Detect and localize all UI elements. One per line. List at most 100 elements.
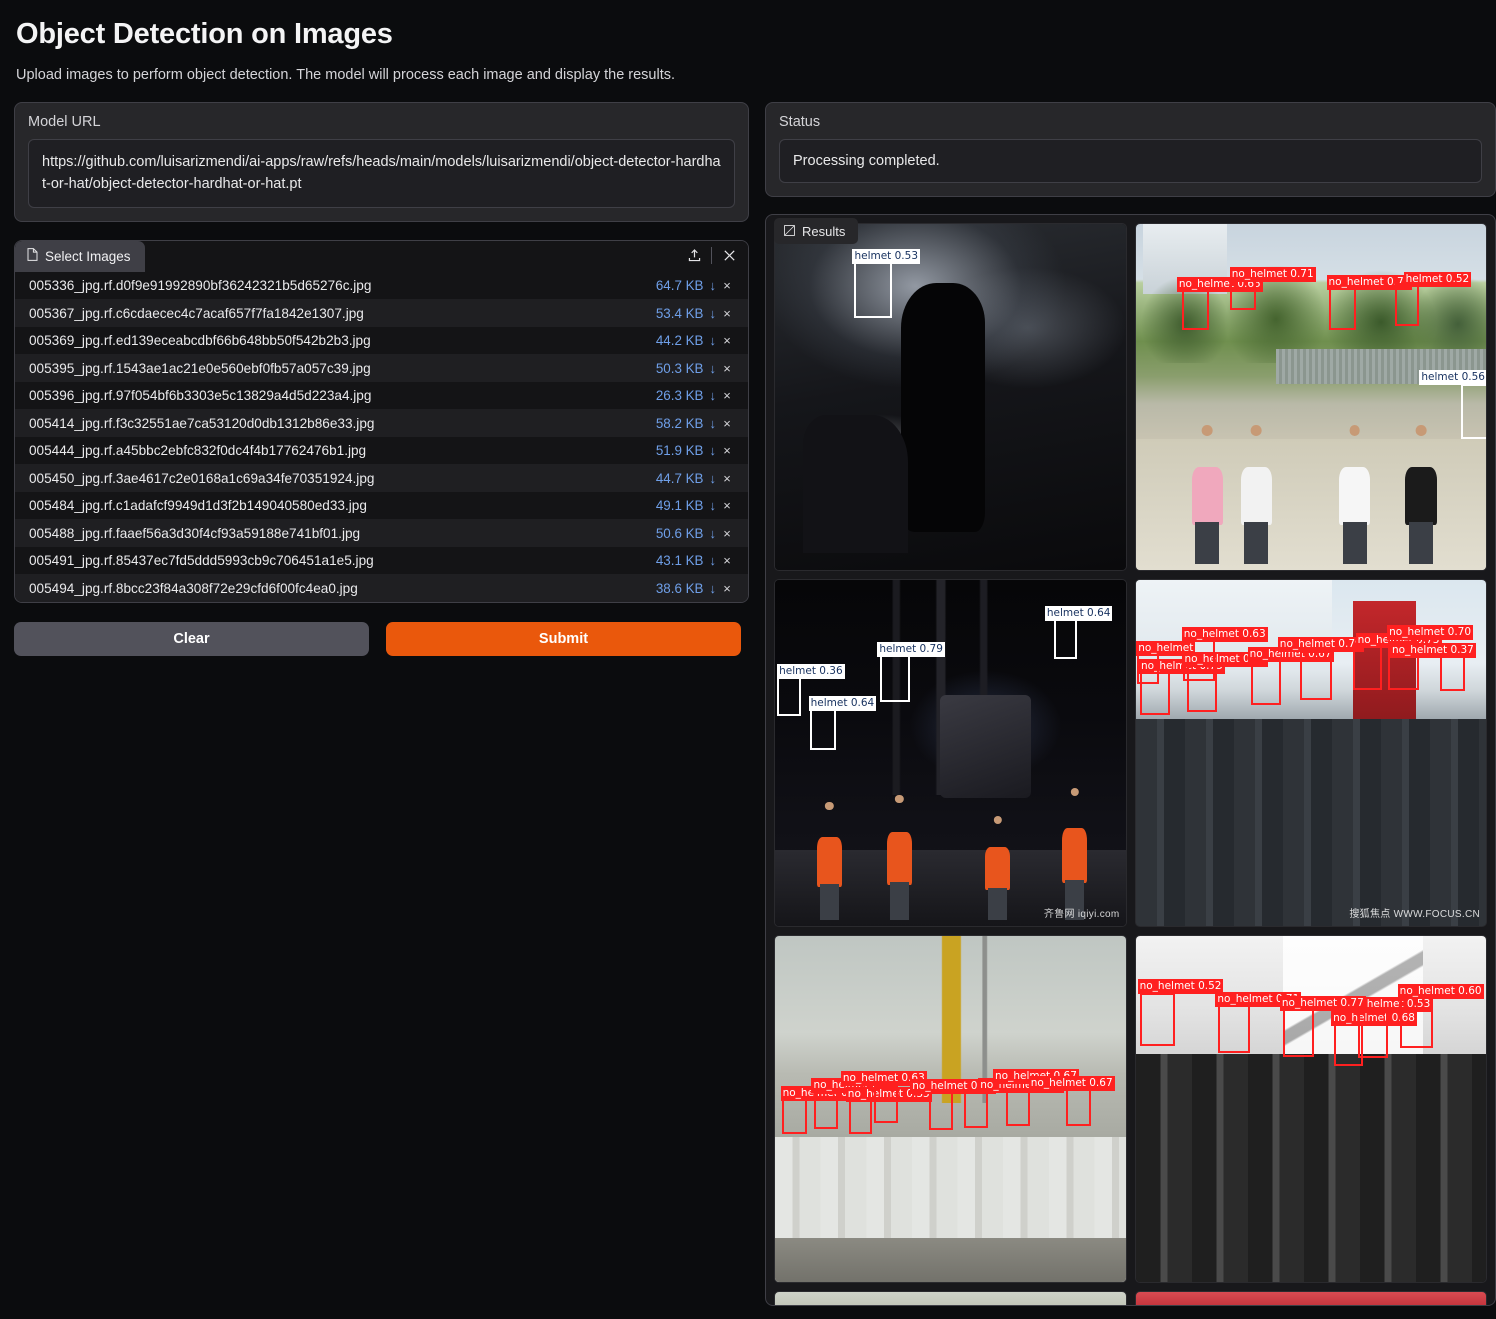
detection-box xyxy=(1282,1007,1314,1057)
status-panel: Status Processing completed. xyxy=(765,102,1496,198)
detection-box xyxy=(1251,658,1281,706)
detection-label: no_helmet 0.71 xyxy=(1229,267,1316,283)
detection-box xyxy=(1230,278,1257,310)
remove-file-icon[interactable]: × xyxy=(716,278,738,293)
file-name: 005367_jpg.rf.c6cdaecec4c7acaf657f7fa184… xyxy=(29,305,364,321)
file-row[interactable]: 005396_jpg.rf.97f054bf6b3303e5c13829a4d5… xyxy=(15,381,748,410)
page-title: Object Detection on Images xyxy=(16,18,393,50)
file-icon xyxy=(27,248,38,264)
detection-label: no_helmet 0.52 xyxy=(1137,979,1224,995)
result-image-6[interactable]: no_helmet 0.52 no_helmet 0.71 no_helmet 0.… xyxy=(1134,935,1487,1284)
file-size: 51.9 KB xyxy=(655,443,704,459)
remove-file-icon[interactable]: × xyxy=(716,526,738,541)
detection-label: helmet 0.56 xyxy=(1419,369,1487,385)
page-subtitle: Upload images to perform object detectio… xyxy=(16,67,676,83)
detection-label: no_helmet 0.77 xyxy=(1279,995,1366,1011)
detection-label: no_helmet 0.60 xyxy=(1397,984,1484,1000)
result-image-7-partial[interactable] xyxy=(774,1291,1127,1306)
detection-box xyxy=(873,1085,899,1124)
file-row[interactable]: 005491_jpg.rf.85437ec7fd5ddd5993cb9c7064… xyxy=(15,546,748,575)
detection-box xyxy=(848,1097,872,1135)
detection-box xyxy=(1328,286,1357,331)
file-name: 005396_jpg.rf.97f054bf6b3303e5c13829a4d5… xyxy=(29,388,372,404)
detection-label: helmet 0.52 xyxy=(1403,272,1472,288)
detection-box xyxy=(929,1092,954,1131)
detection-label: no_helmet 0.63 xyxy=(1181,626,1268,642)
remove-file-icon[interactable]: × xyxy=(716,306,738,321)
result-image-3[interactable]: helmet 0.64 helmet 0.79 helmet 0.36 helmet … xyxy=(774,579,1127,928)
file-row[interactable]: 005488_jpg.rf.faaef56a3d30f4cf93a59188e7… xyxy=(15,519,748,547)
file-name: 005336_jpg.rf.d0f9e91992890bf36242321b5d… xyxy=(29,278,372,294)
result-image-5[interactable]: no_helmet 0.63no_helmet 0.59no_helmet 0.… xyxy=(774,935,1127,1284)
file-size: 58.2 KB xyxy=(655,415,704,431)
remove-file-icon[interactable]: × xyxy=(716,388,738,403)
tab-results[interactable]: Results xyxy=(774,218,859,245)
object-detection-app: Object Detection on Images Upload images… xyxy=(0,0,1496,1319)
model-url-input[interactable]: https://github.com/luisarizmendi/ai-apps… xyxy=(28,139,735,208)
detection-box xyxy=(814,1092,839,1129)
result-image-8-partial[interactable] xyxy=(1134,1291,1487,1306)
main-columns: Model URL https://github.com/luisarizmen… xyxy=(14,102,1496,1307)
detection-box xyxy=(880,655,910,703)
detection-label: helmet 0.64 xyxy=(808,696,877,712)
detection-box xyxy=(1461,383,1487,439)
detection-label: helmet 0.64 xyxy=(1044,605,1113,621)
file-size: 53.4 KB xyxy=(655,305,704,321)
detection-label: no_helmet 0.37 xyxy=(1389,642,1476,658)
remove-file-icon[interactable]: × xyxy=(716,361,738,376)
detection-box xyxy=(1136,653,1159,685)
detection-label: no_helmet 0.70 xyxy=(1387,625,1474,641)
result-image-2[interactable]: no_helmet 0.65 no_helmet 0.71 no_helmet 0.… xyxy=(1134,223,1487,572)
file-row[interactable]: 005336_jpg.rf.d0f9e91992890bf36242321b5d… xyxy=(15,271,748,300)
result-image-1[interactable]: helmet 0.53 xyxy=(774,223,1127,572)
file-size: 44.7 KB xyxy=(655,470,704,486)
action-buttons: Clear Submit xyxy=(14,621,749,656)
clear-button[interactable]: Clear xyxy=(14,621,369,656)
model-url-label: Model URL xyxy=(28,114,101,130)
file-size: 44.2 KB xyxy=(655,333,704,349)
remove-file-icon[interactable]: × xyxy=(716,443,738,458)
file-row[interactable]: 005395_jpg.rf.1543ae1ac21e0e560ebf0fb57a… xyxy=(15,354,748,382)
file-row[interactable]: 005414_jpg.rf.f3c32551ae7ca53120d0db1312… xyxy=(15,409,748,437)
action-divider xyxy=(711,246,712,264)
file-row[interactable]: 005450_jpg.rf.3ae4617c2e0168a1c69a34fe70… xyxy=(15,464,748,492)
detection-label: helmet 0.36 xyxy=(777,663,845,679)
detection-label: helmet 0.53 xyxy=(852,249,921,265)
remove-file-icon[interactable]: × xyxy=(716,581,738,596)
file-name: 005414_jpg.rf.f3c32551ae7ca53120d0db1312… xyxy=(29,415,375,431)
file-size: 50.3 KB xyxy=(655,360,704,376)
image-watermark: 齐鲁网 iqiyi.com xyxy=(1043,909,1120,921)
detection-box xyxy=(1139,992,1175,1047)
file-size: 26.3 KB xyxy=(655,388,704,404)
detection-label: helmet 0.79 xyxy=(877,642,945,658)
status-label: Status xyxy=(779,114,821,130)
remove-file-icon[interactable]: × xyxy=(716,471,738,486)
detection-box xyxy=(1218,1004,1251,1053)
file-list: 005336_jpg.rf.d0f9e91992890bf36242321b5d… xyxy=(15,271,748,602)
close-icon[interactable] xyxy=(718,244,740,267)
result-image-4[interactable]: no_helmet 0.75no_helmet 0.69no_helmet 0.… xyxy=(1134,579,1487,928)
detection-box xyxy=(776,674,802,717)
file-row[interactable]: 005367_jpg.rf.c6cdaecec4c7acaf657f7fa184… xyxy=(15,299,748,327)
results-next-row-partial xyxy=(774,1291,1487,1306)
remove-file-icon[interactable]: × xyxy=(716,553,738,568)
detection-box xyxy=(1053,618,1078,659)
tab-select-images[interactable]: Select Images xyxy=(15,240,145,272)
upload-icon[interactable] xyxy=(683,244,705,267)
file-row[interactable]: 005444_jpg.rf.a45bbc2ebfc832f0dc4f4b1776… xyxy=(15,436,748,465)
model-url-panel: Model URL https://github.com/luisarizmen… xyxy=(14,102,749,222)
submit-button[interactable]: Submit xyxy=(386,621,741,656)
detection-box xyxy=(810,708,836,750)
file-size: 50.6 KB xyxy=(655,525,704,541)
remove-file-icon[interactable]: × xyxy=(716,333,738,348)
file-panel-header: Select Images xyxy=(15,240,748,272)
remove-file-icon[interactable]: × xyxy=(716,416,738,431)
file-row[interactable]: 005369_jpg.rf.ed139eceabcdbf66b648bb50f5… xyxy=(15,326,748,355)
file-row[interactable]: 005484_jpg.rf.c1adafcf9949d1d3f2b1490405… xyxy=(15,491,748,520)
file-name: 005450_jpg.rf.3ae4617c2e0168a1c69a34fe70… xyxy=(29,470,375,486)
remove-file-icon[interactable]: × xyxy=(716,498,738,513)
image-watermark: 搜狐焦点 WWW.FOCUS.CN xyxy=(1349,909,1480,921)
file-row[interactable]: 005494_jpg.rf.8bcc23f84a308f72e29cfd6f00… xyxy=(15,574,748,602)
file-name: 005369_jpg.rf.ed139eceabcdbf66b648bb50f5… xyxy=(29,333,371,349)
file-size: 64.7 KB xyxy=(655,278,704,294)
